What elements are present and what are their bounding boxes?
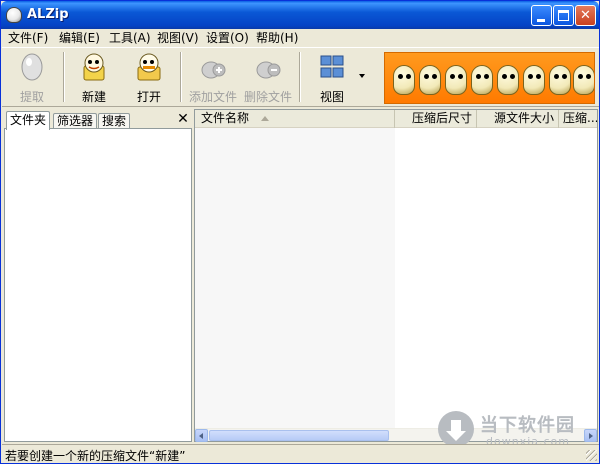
egg-character-icon	[523, 65, 545, 95]
view-dropdown-icon[interactable]	[359, 74, 365, 78]
status-bar: 若要创建一个新的压缩文件“新建”	[2, 444, 599, 463]
delete-files-label: 删除文件	[243, 90, 292, 104]
toolbar-separator	[299, 52, 301, 102]
egg-character-icon	[393, 65, 415, 95]
new-label: 新建	[81, 90, 106, 104]
close-panel-icon[interactable]: ✕	[176, 112, 190, 126]
close-icon: ✕	[580, 8, 591, 23]
delete-files-button[interactable]: 删除文件	[240, 50, 296, 104]
add-files-label: 添加文件	[188, 90, 237, 104]
menu-help[interactable]: 帮助(H)	[255, 30, 299, 46]
filename-column-highlight	[195, 128, 395, 428]
title-bar[interactable]: ALZip ✕	[1, 1, 599, 29]
open-button[interactable]: 打开	[121, 50, 177, 104]
view-label: 视图	[319, 90, 344, 104]
open-label: 打开	[136, 90, 161, 104]
promo-banner[interactable]	[384, 52, 595, 104]
egg-character-icon	[471, 65, 493, 95]
download-arrow-head	[446, 431, 466, 441]
column-filename-label: 文件名称	[201, 111, 250, 125]
extract-button[interactable]: 提取	[4, 50, 60, 104]
tab-search[interactable]: 搜索	[98, 113, 131, 129]
column-header-filename[interactable]: 文件名称	[195, 110, 395, 128]
view-button[interactable]: 视图	[304, 50, 360, 104]
view-grid-icon	[320, 55, 344, 78]
toolbar-separator	[63, 52, 65, 102]
file-list-body[interactable]	[195, 128, 597, 428]
window-title: ALZip	[27, 7, 69, 22]
minimize-icon	[537, 19, 545, 22]
add-files-icon	[201, 61, 226, 79]
alzip-app-icon[interactable]	[6, 7, 22, 23]
column-header-compression-ratio[interactable]: 压缩...	[559, 110, 597, 128]
new-button[interactable]: 新建	[66, 50, 122, 104]
menu-bar: 文件(F) 编辑(E) 工具(A) 视图(V) 设置(O) 帮助(H)	[2, 29, 599, 47]
file-list-header: 文件名称 压缩后尺寸 源文件大小 压缩...	[195, 110, 597, 128]
delete-files-icon	[256, 61, 281, 79]
scroll-thumb[interactable]	[209, 430, 389, 441]
egg-character-icon	[573, 65, 594, 95]
maximize-icon	[558, 10, 569, 21]
tab-filter[interactable]: 筛选器	[53, 113, 98, 129]
add-files-button[interactable]: 添加文件	[185, 50, 241, 104]
menu-file[interactable]: 文件(F)	[7, 30, 49, 46]
scroll-right-button[interactable]	[584, 429, 597, 442]
open-archive-icon	[137, 53, 161, 81]
minimize-button[interactable]	[531, 5, 552, 26]
left-panel: 文件夹 筛选器 搜索 ✕	[4, 109, 192, 442]
extract-label: 提取	[19, 90, 44, 104]
file-list[interactable]: 文件名称 压缩后尺寸 源文件大小 压缩...	[194, 109, 598, 442]
toolbar-separator	[180, 52, 182, 102]
maximize-button[interactable]	[553, 5, 574, 26]
column-header-compressed-size[interactable]: 压缩后尺寸	[395, 110, 477, 128]
sort-ascending-icon	[260, 116, 269, 121]
left-panel-tabs: 文件夹 筛选器 搜索 ✕	[4, 111, 192, 130]
menu-edit[interactable]: 编辑(E)	[58, 30, 101, 46]
column-header-original-size[interactable]: 源文件大小	[477, 110, 559, 128]
scroll-left-button[interactable]	[195, 429, 208, 442]
close-button[interactable]: ✕	[575, 5, 596, 26]
new-archive-icon	[83, 53, 105, 81]
egg-character-icon	[497, 65, 519, 95]
resize-grip-icon[interactable]	[586, 450, 597, 461]
menu-tools[interactable]: 工具(A)	[108, 30, 152, 46]
egg-character-icon	[445, 65, 467, 95]
menu-settings[interactable]: 设置(O)	[205, 30, 250, 46]
site-watermark: 当下软件园 downxia.com	[438, 409, 583, 449]
status-text: 若要创建一个新的压缩文件“新建”	[5, 449, 186, 463]
alzip-window: ALZip ✕ 文件(F) 编辑(E) 工具(A) 视图(V) 设置(O) 帮助…	[0, 0, 600, 464]
egg-character-icon	[549, 65, 571, 95]
menu-view[interactable]: 视图(V)	[156, 30, 200, 46]
tab-folders[interactable]: 文件夹	[6, 111, 51, 130]
extract-egg-icon	[21, 53, 43, 81]
folder-tree[interactable]	[4, 128, 192, 442]
watermark-title: 当下软件园	[480, 415, 575, 436]
download-arrow-icon	[438, 411, 474, 447]
egg-character-icon	[419, 65, 441, 95]
toolbar: 提取 新建 打开 添加文件 删除文件 视图	[2, 47, 599, 107]
